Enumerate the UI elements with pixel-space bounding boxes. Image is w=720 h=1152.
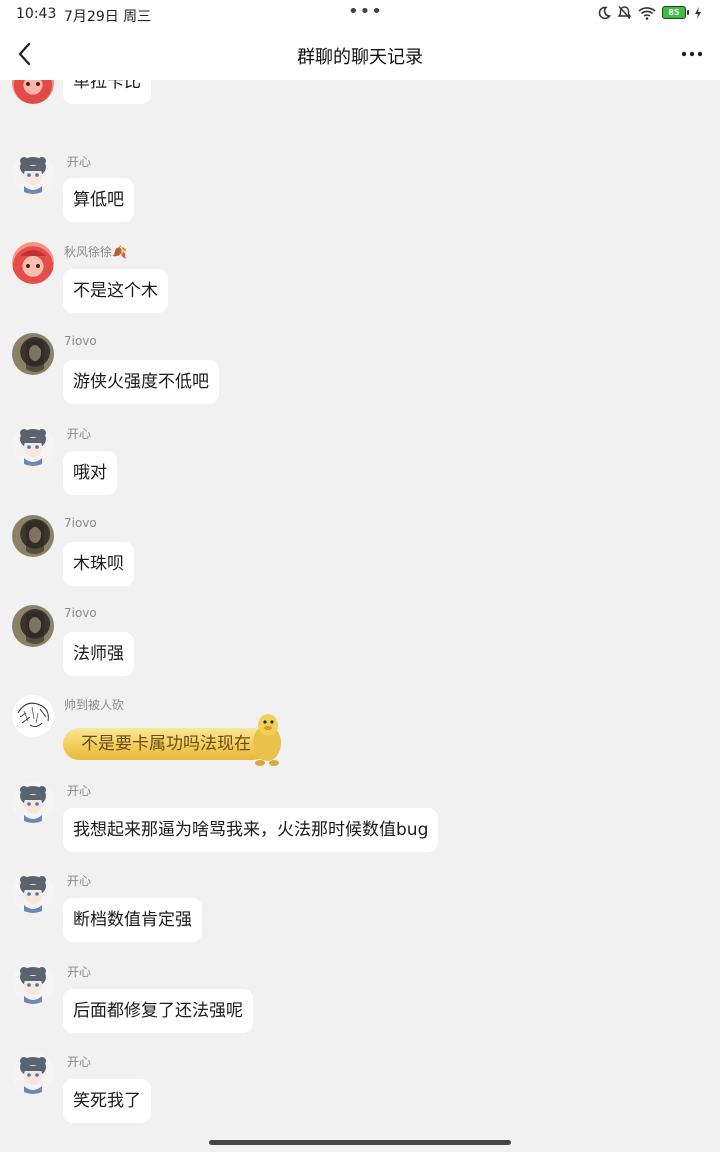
sender-name: 开心 xyxy=(67,874,92,888)
sender-name: 开心 xyxy=(67,155,92,169)
sender-name: 开心 xyxy=(67,1055,92,1069)
message-bubble[interactable]: 断档数值肯定强 xyxy=(63,898,202,942)
message-bubble[interactable]: 算低吧 xyxy=(63,178,134,222)
page-title: 群聊的聊天记录 xyxy=(297,47,423,68)
status-center-dots: ••• xyxy=(348,1,383,22)
message-bubble[interactable]: 法师强 xyxy=(63,632,134,676)
chat-history-list[interactable]: 单拉卡比 开心 算低吧 秋风徐徐🍂 不是这个木 7iovo 游侠火强度不低吧 开… xyxy=(0,80,720,1152)
sender-name: 7iovo xyxy=(64,334,97,348)
sender-name: 开心 xyxy=(67,784,92,798)
message-bubble[interactable]: 笑死我了 xyxy=(63,1079,151,1123)
charging-icon xyxy=(695,6,701,19)
header: 群聊的聊天记录 xyxy=(0,30,720,80)
status-bar: 10:43 7月29日 周三 ••• 85 xyxy=(0,0,720,30)
message-bubble[interactable]: 不是这个木 xyxy=(63,269,168,313)
sender-name: 开心 xyxy=(67,965,92,979)
message-bubble[interactable]: 游侠火强度不低吧 xyxy=(63,360,219,404)
sender-name: 7iovo xyxy=(64,516,97,530)
message-bubble[interactable]: 木珠呗 xyxy=(63,542,134,586)
photo-avatar[interactable] xyxy=(12,515,54,557)
anime-girl-avatar[interactable] xyxy=(12,962,54,1004)
more-options-icon[interactable] xyxy=(680,42,704,66)
message-bubble[interactable]: 后面都修复了还法强呢 xyxy=(63,989,253,1033)
photo-avatar[interactable] xyxy=(12,333,54,375)
message-bubble[interactable]: 哦对 xyxy=(63,451,117,495)
wifi-icon xyxy=(638,6,656,20)
sketch-avatar[interactable] xyxy=(12,695,54,737)
battery-icon: 85 xyxy=(662,6,689,19)
bell-muted-icon xyxy=(617,6,632,19)
home-indicator[interactable] xyxy=(209,1140,511,1145)
sender-name: 秋风徐徐🍂 xyxy=(64,245,127,259)
status-time: 10:43 xyxy=(16,6,57,22)
anime-girl-avatar[interactable] xyxy=(12,424,54,466)
status-date: 7月29日 周三 xyxy=(64,9,152,25)
sender-name: 帅到被人砍 xyxy=(64,698,125,712)
red-hair-avatar[interactable] xyxy=(12,80,54,104)
photo-avatar[interactable] xyxy=(12,605,54,647)
moon-icon xyxy=(598,6,611,19)
sender-name: 开心 xyxy=(67,427,92,441)
sender-name: 7iovo xyxy=(64,606,97,620)
red-hair-avatar[interactable] xyxy=(12,242,54,284)
message-bubble-gold[interactable]: 不是要卡属功吗法现在 xyxy=(63,728,269,760)
anime-girl-avatar[interactable] xyxy=(12,781,54,823)
anime-girl-avatar[interactable] xyxy=(12,152,54,194)
anime-girl-avatar[interactable] xyxy=(12,1052,54,1094)
message-bubble[interactable]: 我想起来那逼为啥骂我来，火法那时候数值bug xyxy=(63,808,439,852)
message-bubble[interactable]: 单拉卡比 xyxy=(63,80,151,104)
status-icons: 85 xyxy=(597,5,702,20)
anime-girl-avatar[interactable] xyxy=(12,871,54,913)
duck-decoration-icon xyxy=(253,714,281,766)
